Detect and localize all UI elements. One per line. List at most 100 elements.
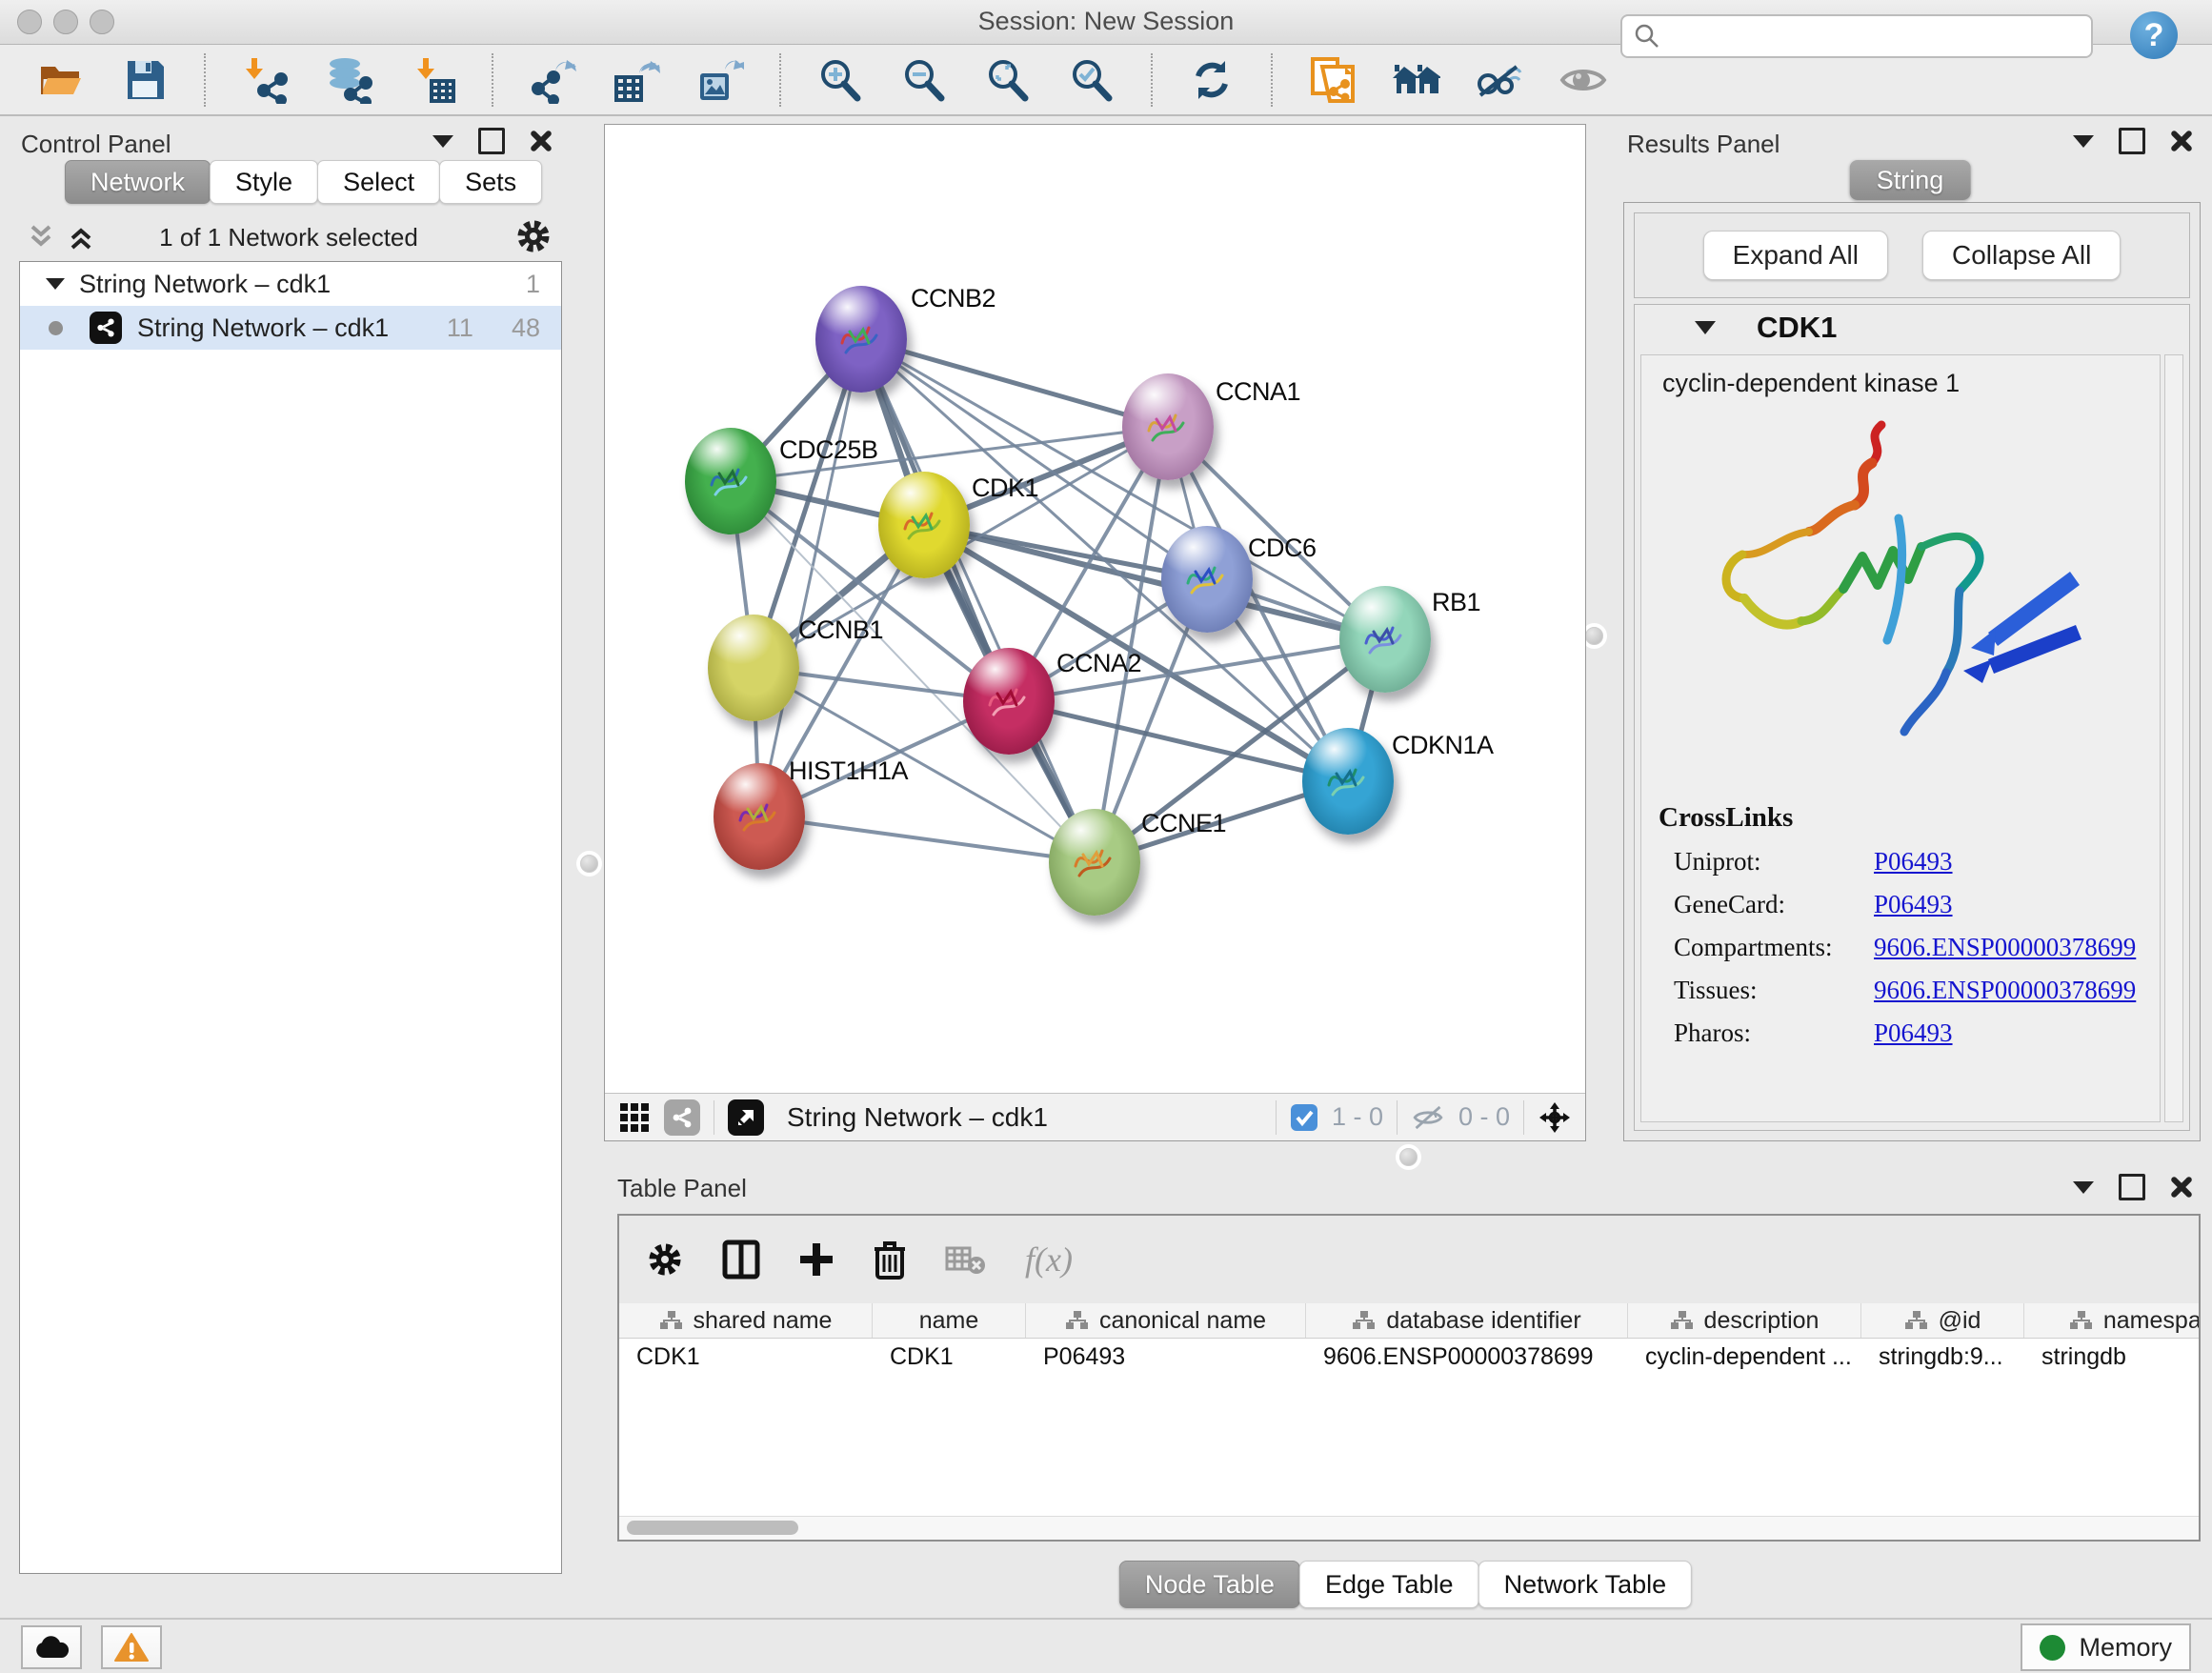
node-CCNA1[interactable] [1122,373,1214,480]
string-import-icon[interactable] [1307,55,1357,105]
crosslink-link[interactable]: 9606.ENSP00000378699 [1874,933,2136,962]
show-panel-eye-icon[interactable] [1558,55,1608,105]
gene-collapse-icon[interactable] [1694,318,1717,337]
crosslink-link[interactable]: 9606.ENSP00000378699 [1874,976,2136,1005]
right-splitter-handle[interactable] [1585,627,1603,645]
tab-select[interactable]: Select [317,160,440,204]
table-row[interactable]: CDK1CDK1P064939606.ENSP00000378699cyclin… [619,1339,2199,1375]
network-options-gear-icon[interactable] [514,217,553,255]
crosslink-link[interactable]: P06493 [1874,1018,1953,1048]
control-panel-float-icon[interactable] [478,128,505,154]
node-CCNB1[interactable] [708,615,799,721]
gene-section-header[interactable]: CDK1 [1635,305,2189,351]
column-header-shared-name[interactable]: shared name [619,1303,873,1338]
search-field[interactable] [1620,14,2093,58]
hide-panels-icon[interactable] [1475,55,1524,105]
node-CDC6[interactable] [1161,526,1253,633]
table-panel-float-icon[interactable] [2119,1174,2145,1200]
tab-network-table[interactable]: Network Table [1478,1561,1693,1608]
column-header-canonical-name[interactable]: canonical name [1026,1303,1306,1338]
table-cell[interactable]: CDK1 [873,1339,1026,1375]
detach-view-icon[interactable] [728,1099,764,1136]
edge-HIST1H1A-CCNE1[interactable] [759,816,1095,862]
table-panel-collapse-icon[interactable] [2073,1181,2094,1194]
tab-sets[interactable]: Sets [439,160,542,204]
network-collection-row[interactable]: String Network – cdk1 1 [20,262,561,306]
network-share-icon[interactable] [664,1099,700,1136]
table-cell[interactable]: stringdb:9... [1861,1339,2024,1375]
crosslink-link[interactable]: P06493 [1874,890,1953,919]
table-cell[interactable]: cyclin-dependent ... [1628,1339,1861,1375]
import-network-icon[interactable] [240,55,290,105]
tab-style[interactable]: Style [210,160,318,204]
node-CDK1[interactable] [878,472,970,578]
create-column-plus-icon[interactable] [798,1241,835,1278]
warning-status-button[interactable] [101,1625,162,1669]
save-session-icon[interactable] [120,55,170,105]
pan-crosshair-icon[interactable] [1538,1100,1572,1135]
show-columns-icon[interactable] [722,1240,760,1280]
memory-button[interactable]: Memory [2021,1623,2191,1671]
help-icon[interactable]: ? [2130,11,2178,59]
birds-eye-grid-icon[interactable] [618,1101,651,1134]
network-canvas[interactable]: CCNB2 CCNA1 CDC25B CDK1 CDC6 [605,125,1585,1094]
search-input[interactable] [1668,21,2091,52]
expand-all-button[interactable]: Expand All [1703,231,1888,280]
edge-CCNB2-CCNA1[interactable] [861,339,1168,427]
hidden-eye-slash-icon[interactable] [1411,1104,1445,1131]
tab-string[interactable]: String [1850,160,1971,200]
delete-column-trash-icon[interactable] [873,1240,907,1280]
delete-table-icon[interactable] [945,1243,987,1276]
node-CCNE1[interactable] [1049,809,1140,916]
open-session-icon[interactable] [36,55,86,105]
column-header-name[interactable]: name [873,1303,1026,1338]
left-splitter-handle[interactable] [580,855,598,873]
selected-checkbox-icon[interactable] [1290,1103,1318,1132]
zoom-selected-icon[interactable] [1067,55,1116,105]
collapse-all-button[interactable]: Collapse All [1922,231,2121,280]
zoom-out-icon[interactable] [899,55,949,105]
bottom-splitter-handle[interactable] [1399,1148,1418,1166]
tab-edge-table[interactable]: Edge Table [1299,1561,1479,1608]
results-panel-close-icon[interactable] [2170,130,2193,152]
collection-expand-icon[interactable] [45,275,66,292]
table-hscrollbar-thumb[interactable] [627,1521,798,1535]
refresh-icon[interactable] [1187,55,1237,105]
table-panel-close-icon[interactable] [2170,1176,2193,1199]
tab-node-table[interactable]: Node Table [1119,1561,1300,1608]
column-header-namespace[interactable]: namespace [2024,1303,2199,1338]
node-CCNB2[interactable] [815,286,907,393]
table-cell[interactable]: CDK1 [619,1339,873,1375]
control-panel-close-icon[interactable] [530,130,553,152]
column-header--id[interactable]: @id [1861,1303,2024,1338]
table-cell[interactable]: P06493 [1026,1339,1306,1375]
results-panel-float-icon[interactable] [2119,128,2145,154]
tab-network[interactable]: Network [65,160,211,204]
node-CDKN1A[interactable] [1302,728,1394,835]
table-hscrollbar[interactable] [619,1516,2199,1540]
table-options-gear-icon[interactable] [646,1240,684,1279]
column-header-database-identifier[interactable]: database identifier [1306,1303,1628,1338]
export-network-icon[interactable] [528,55,577,105]
crosslink-link[interactable]: P06493 [1874,847,1953,877]
zoom-fit-icon[interactable] [983,55,1033,105]
import-network-database-icon[interactable] [324,55,373,105]
string-home-icon[interactable] [1391,55,1440,105]
export-table-icon[interactable] [612,55,661,105]
zoom-in-icon[interactable] [815,55,865,105]
export-image-icon[interactable] [695,55,745,105]
node-RB1[interactable] [1339,586,1431,693]
edge-CCNB2-HIST1H1A[interactable] [759,339,861,816]
node-CCNA2[interactable] [963,648,1055,755]
results-scrollbar[interactable] [2164,354,2183,1122]
results-panel-collapse-icon[interactable] [2073,135,2094,148]
node-CDC25B[interactable] [685,428,776,534]
import-table-icon[interactable] [408,55,457,105]
table-cell[interactable]: stringdb [2024,1339,2199,1375]
table-cell[interactable]: 9606.ENSP00000378699 [1306,1339,1628,1375]
edge-CCNA2-CDKN1A[interactable] [1009,701,1348,781]
control-panel-collapse-icon[interactable] [432,135,453,148]
function-builder-icon[interactable]: f(x) [1025,1240,1073,1280]
column-header-description[interactable]: description [1628,1303,1861,1338]
cloud-status-button[interactable] [21,1625,82,1669]
